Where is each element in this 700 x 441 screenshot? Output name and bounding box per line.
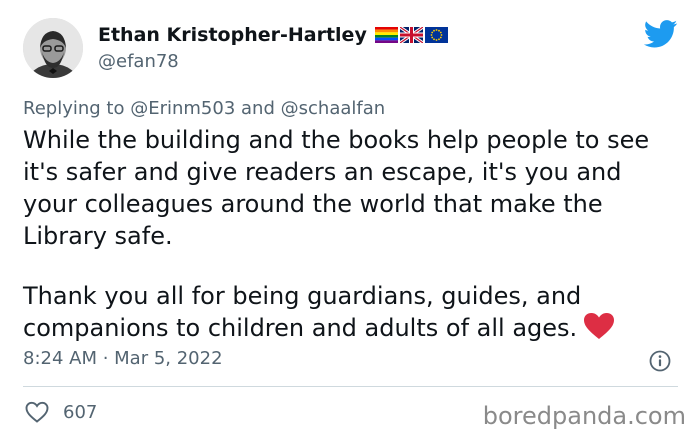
tweet-paragraph-2: Thank you all for being guardians, guide… bbox=[23, 282, 582, 342]
rainbow-flag-icon bbox=[374, 27, 398, 43]
author-name-row: Ethan Kristopher-Hartley bbox=[98, 24, 448, 46]
tweet-timestamp[interactable]: 8:24 AM · Mar 5, 2022 bbox=[23, 348, 223, 369]
reply-mention-erinm503[interactable]: @Erinm503 bbox=[130, 98, 235, 119]
reply-joiner: and bbox=[241, 98, 275, 119]
uk-flag-icon bbox=[399, 27, 423, 43]
twitter-bird-icon[interactable] bbox=[644, 20, 678, 48]
watermark: boredpanda.com bbox=[482, 402, 686, 430]
heart-outline-icon[interactable] bbox=[25, 401, 49, 423]
like-count: 607 bbox=[63, 401, 98, 423]
tweet-card: Ethan Kristopher-Hartley @efan78 Replyin… bbox=[0, 0, 700, 441]
author-handle[interactable]: @efan78 bbox=[98, 51, 179, 72]
eu-flag-icon bbox=[424, 27, 448, 43]
reply-prefix: Replying to bbox=[23, 98, 125, 119]
red-heart-icon bbox=[584, 313, 615, 339]
replying-to-line: Replying to @Erinm503 and @schaalfan bbox=[23, 98, 385, 119]
tweet-paragraph-1: While the building and the books help pe… bbox=[23, 126, 650, 250]
tweet-paragraph-2-wrapper: Thank you all for being guardians, guide… bbox=[23, 280, 683, 344]
author-flags bbox=[374, 27, 448, 43]
reply-mention-schaalfan[interactable]: @schaalfan bbox=[281, 98, 386, 119]
info-icon[interactable] bbox=[649, 350, 671, 372]
avatar[interactable] bbox=[23, 18, 83, 78]
divider bbox=[23, 386, 678, 387]
like-action[interactable]: 607 bbox=[25, 401, 97, 423]
author-name[interactable]: Ethan Kristopher-Hartley bbox=[98, 24, 367, 46]
